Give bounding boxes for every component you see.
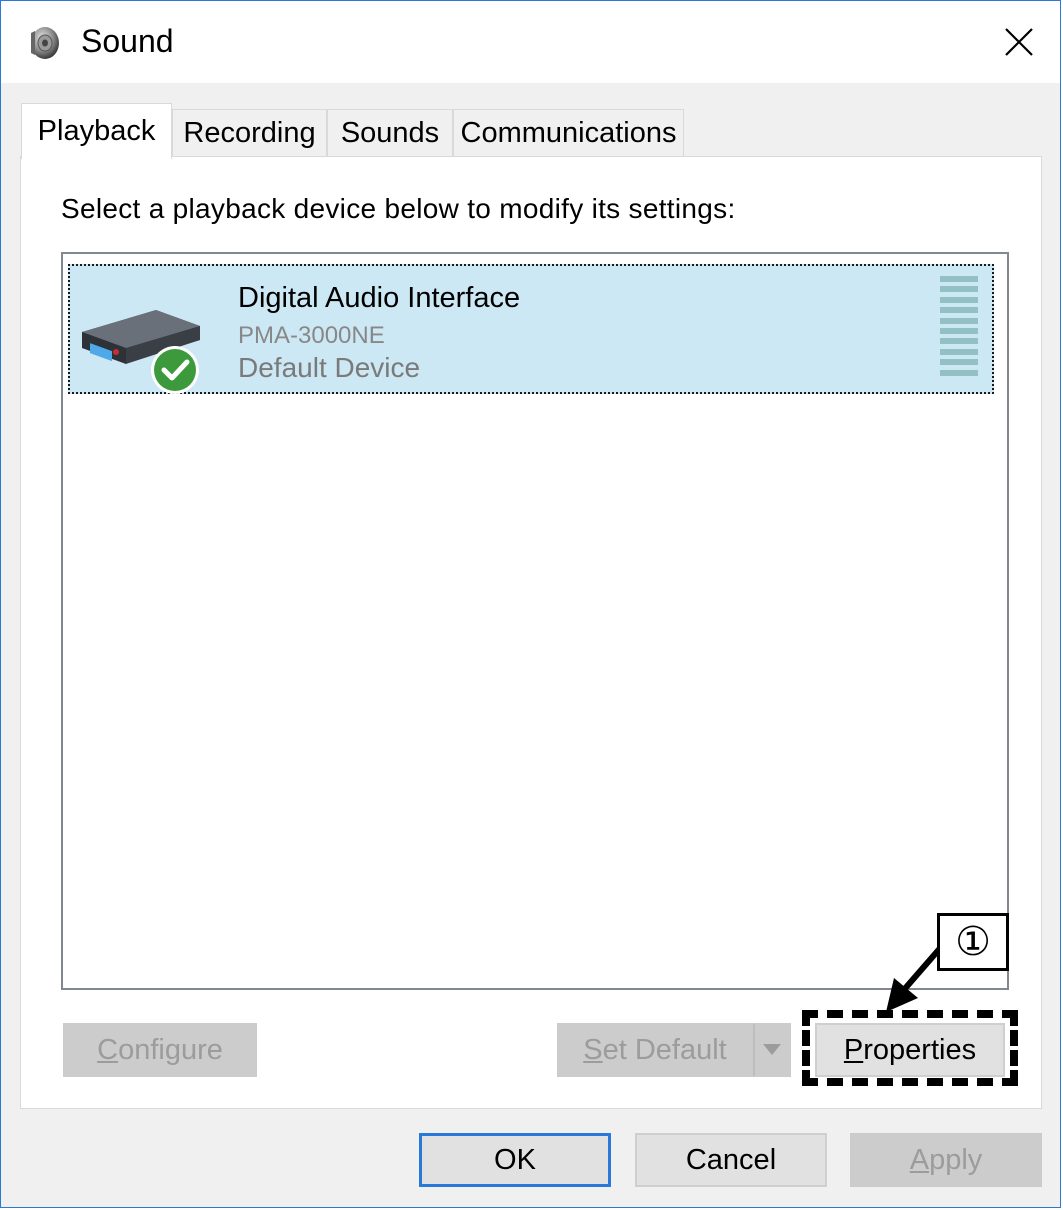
instruction-text: Select a playback device below to modify… <box>61 193 736 224</box>
device-list[interactable]: Digital Audio Interface PMA-3000NE Defau… <box>61 252 1009 990</box>
default-check-icon <box>154 349 196 391</box>
device-model: PMA-3000NE <box>238 322 385 349</box>
tab-label: Sounds <box>340 117 440 149</box>
button-label: OK <box>494 1143 536 1176</box>
annotation-highlight <box>802 1010 1018 1086</box>
ok-button[interactable]: OK <box>419 1133 611 1187</box>
apply-button[interactable]: Apply <box>850 1133 1042 1187</box>
tab-label: Recording <box>183 117 316 149</box>
cancel-button[interactable]: Cancel <box>635 1133 827 1187</box>
device-item-digital-audio-interface[interactable]: Digital Audio Interface PMA-3000NE Defau… <box>68 264 994 394</box>
title-bar[interactable]: Sound <box>1 1 1060 83</box>
annotation-marker: ① <box>937 913 1009 971</box>
audio-device-icon <box>82 310 200 394</box>
button-label: pply <box>929 1143 983 1176</box>
accelerator-key: C <box>97 1033 119 1066</box>
button-label: et Default <box>602 1033 727 1066</box>
annotation-marker-text: ① <box>955 920 991 964</box>
level-bar <box>940 348 978 355</box>
tab-playback[interactable]: Playback <box>21 103 172 159</box>
configure-button[interactable]: Configure <box>63 1023 257 1077</box>
close-button[interactable] <box>978 1 1060 83</box>
tab-communications[interactable]: Communications <box>453 109 684 157</box>
close-icon <box>1005 28 1033 56</box>
accelerator-key: A <box>909 1143 930 1176</box>
tab-label: Communications <box>460 117 677 149</box>
level-bar <box>940 369 978 376</box>
tab-sounds[interactable]: Sounds <box>327 109 453 157</box>
level-bar <box>940 286 978 293</box>
window-title: Sound <box>81 23 174 59</box>
level-bar <box>940 328 978 334</box>
set-default-button[interactable]: Set Default <box>557 1023 753 1077</box>
level-bar <box>940 317 978 324</box>
tab-recording[interactable]: Recording <box>172 109 327 157</box>
level-bar <box>940 307 978 314</box>
volume-level-meter <box>940 276 978 380</box>
speaker-icon <box>31 27 59 59</box>
chevron-down-icon <box>763 1044 781 1055</box>
level-bar <box>940 276 978 282</box>
set-default-dropdown[interactable] <box>753 1023 791 1077</box>
device-status: Default Device <box>238 352 421 383</box>
device-name: Digital Audio Interface <box>238 282 521 314</box>
level-bar <box>940 338 978 345</box>
button-label: Cancel <box>685 1143 777 1176</box>
accelerator-key: S <box>583 1033 603 1066</box>
level-bar <box>940 296 978 303</box>
tab-label: Playback <box>37 115 156 147</box>
level-bar <box>940 359 978 366</box>
button-label: onfigure <box>118 1033 223 1066</box>
